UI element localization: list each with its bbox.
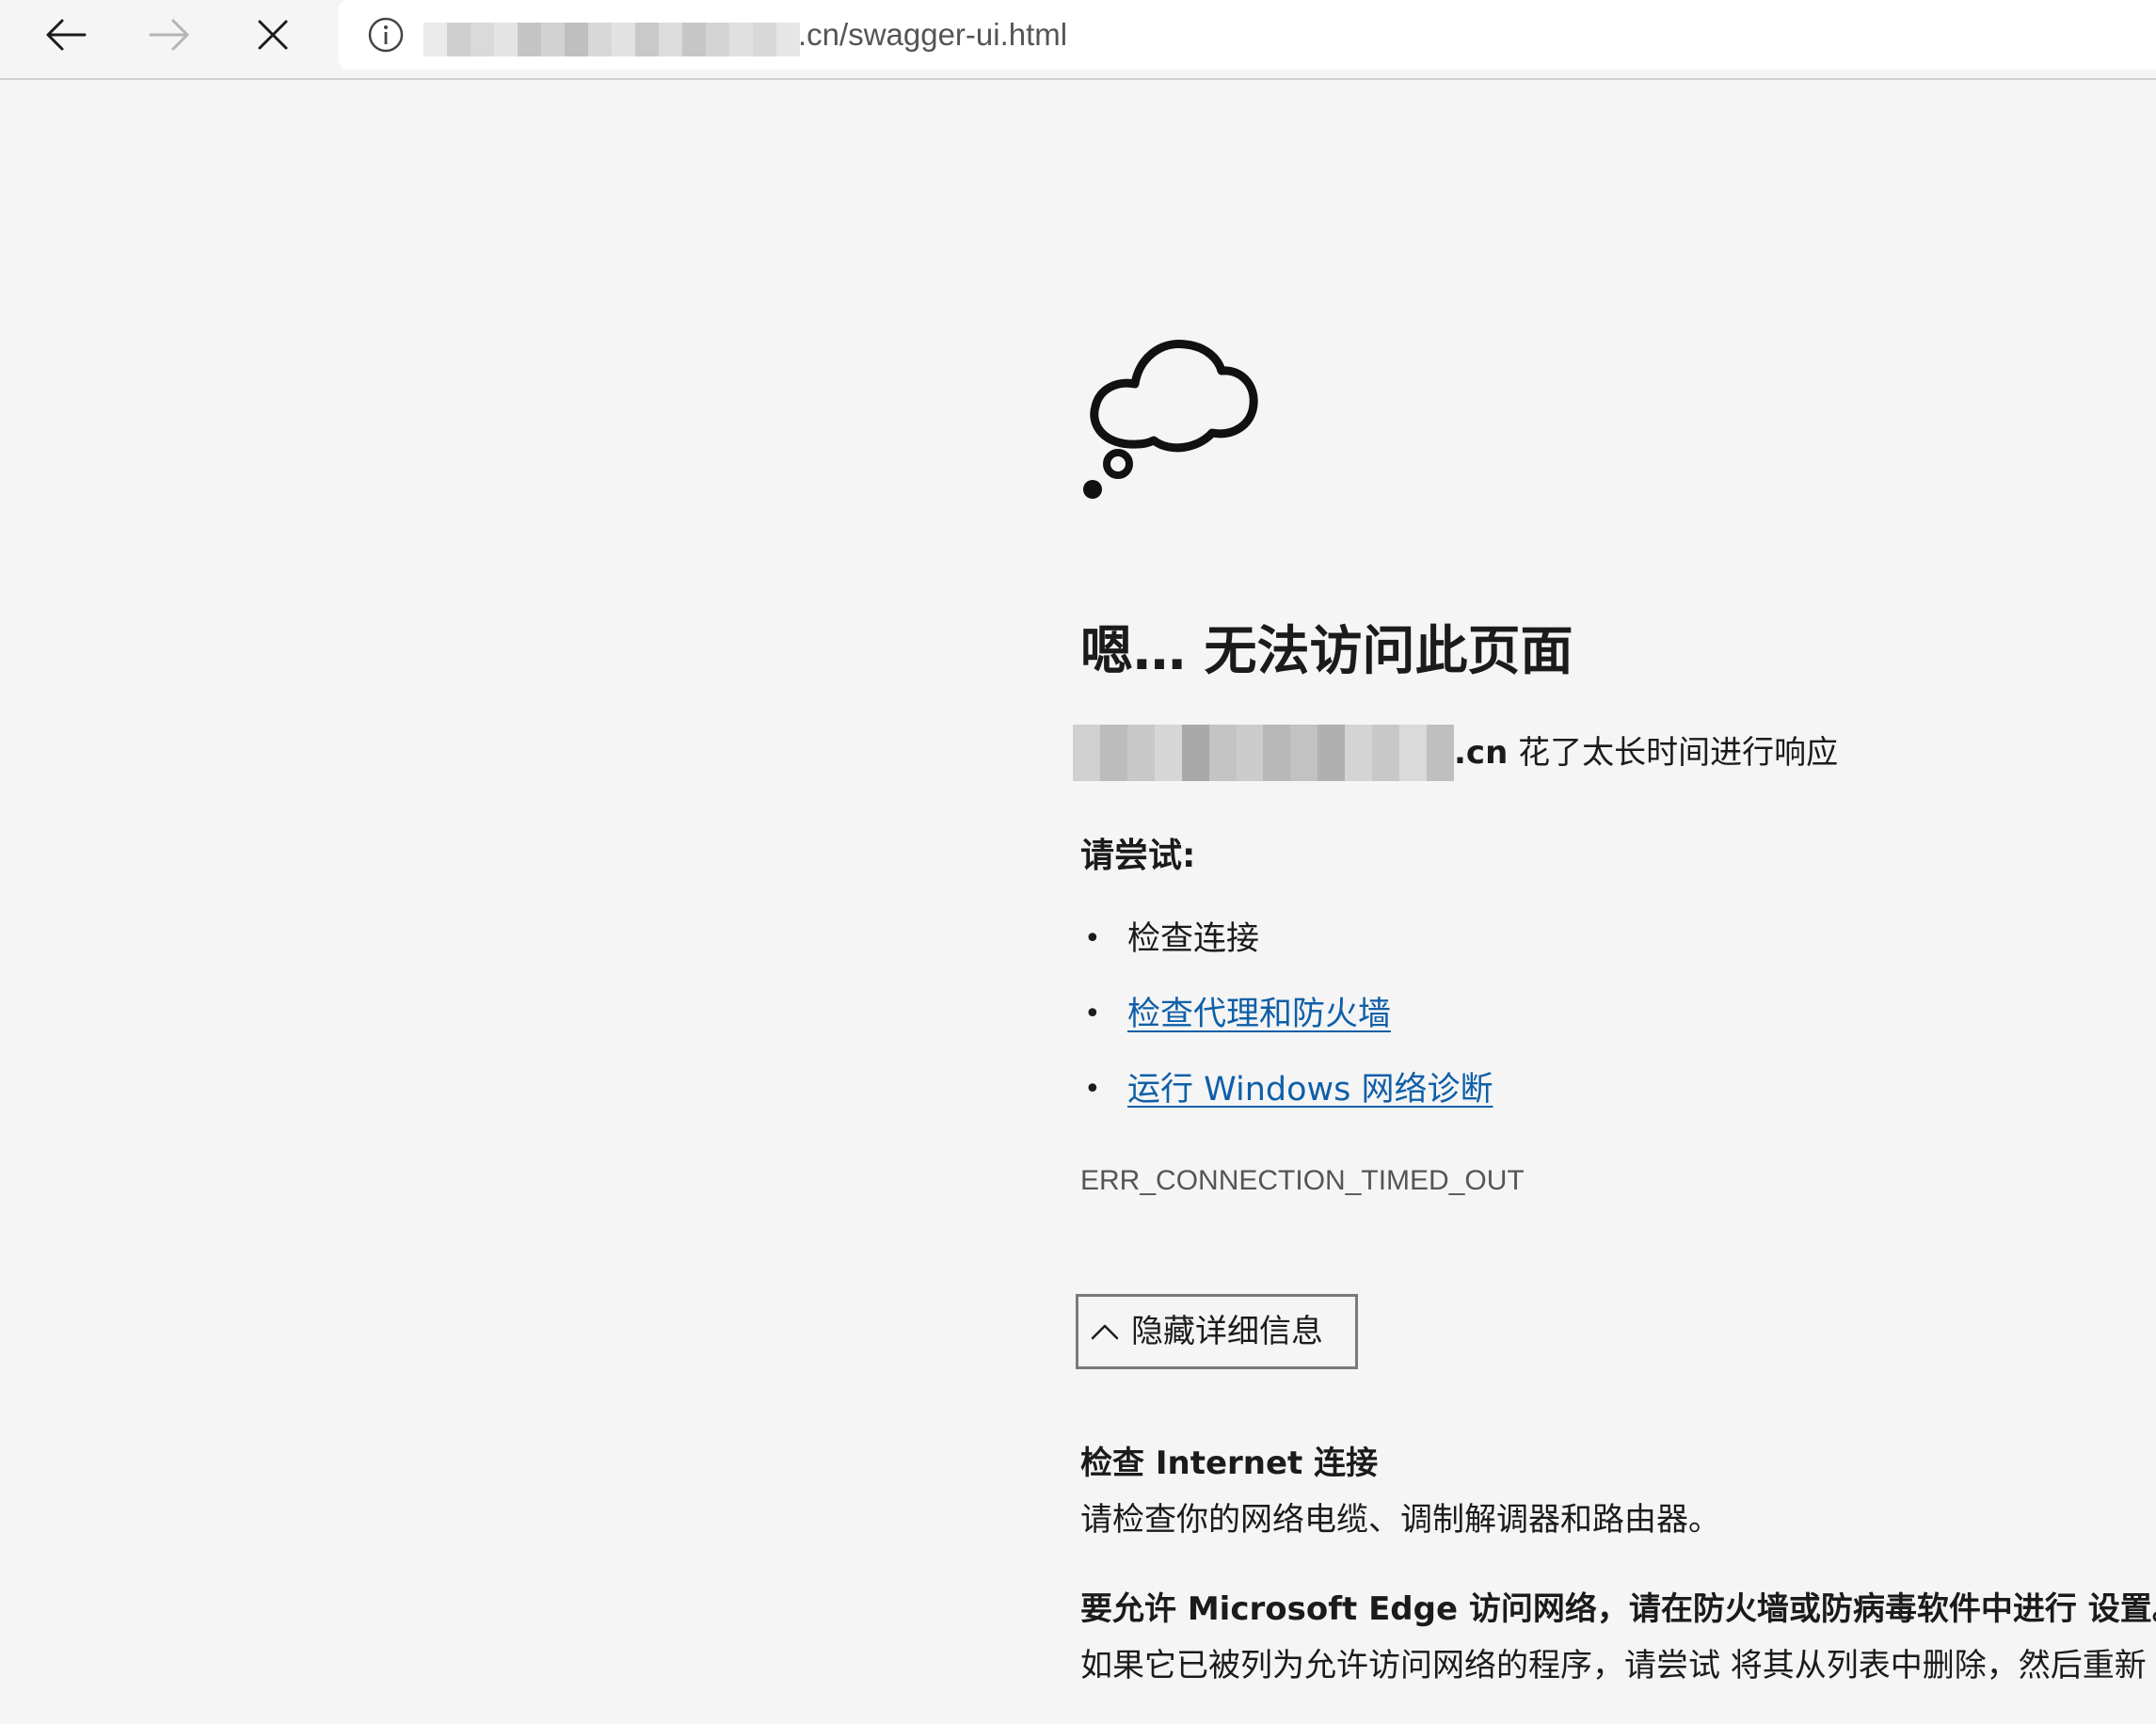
thought-cloud-icon [1083,340,1258,499]
address-bar[interactable]: .cn/swagger-ui.html [339,0,2156,70]
redacted-site-name [1073,725,1454,781]
detail-title-internet: 检查 Internet 连接 [1080,1445,1379,1482]
url-text[interactable]: .cn/swagger-ui.html [798,14,1067,56]
info-icon[interactable] [367,16,405,54]
redacted-domain [423,23,800,56]
error-message: .cn 花了太长时间进行响应 [1073,725,1838,781]
check-proxy-firewall-link[interactable]: 检查代理和防火墙 [1127,996,1391,1033]
detail-text-firewall: 如果它已被列为允许访问网络的程序，请尝试 将其从列表中删除，然后重新 [1080,1647,2147,1684]
browser-toolbar: .cn/swagger-ui.html [0,0,2156,80]
suggestion-text: 检查连接 [1127,920,1260,958]
site-suffix: .cn [1454,734,1509,772]
detail-text-internet: 请检查你的网络电缆、调制解调器和路由器。 [1080,1501,1720,1539]
back-button[interactable] [32,8,100,62]
error-message-text: 花了太长时间进行响应 [1518,734,1839,772]
suggestion-list: • 检查连接 • 检查代理和防火墙 • 运行 Windows 网络诊断 [1080,913,1493,1139]
suggestion-network-diagnostics: • 运行 Windows 网络诊断 [1084,1071,1493,1109]
close-icon [258,20,288,50]
hide-details-button[interactable]: 隐藏详细信息 [1076,1294,1358,1369]
hide-details-label: 隐藏详细信息 [1131,1313,1323,1350]
page-heading: 嗯… 无法访问此页面 [1080,621,1573,682]
try-label: 请尝试: [1080,837,1196,875]
arrow-left-icon [46,19,87,51]
detail-title-firewall: 要允许 Microsoft Edge 访问网络，请在防火墙或防病毒软件中进行 设… [1080,1590,2156,1628]
suggestion-check-proxy-firewall: • 检查代理和防火墙 [1084,996,1392,1033]
arrow-right-icon [149,19,189,51]
network-diagnostics-link[interactable]: 运行 Windows 网络诊断 [1127,1071,1493,1109]
chevron-up-icon [1091,1324,1119,1340]
forward-button[interactable] [136,8,203,62]
suggestion-check-connection: • 检查连接 [1084,920,1260,958]
stop-button[interactable] [239,8,307,62]
error-code: ERR_CONNECTION_TIMED_OUT [1080,1165,1525,1196]
